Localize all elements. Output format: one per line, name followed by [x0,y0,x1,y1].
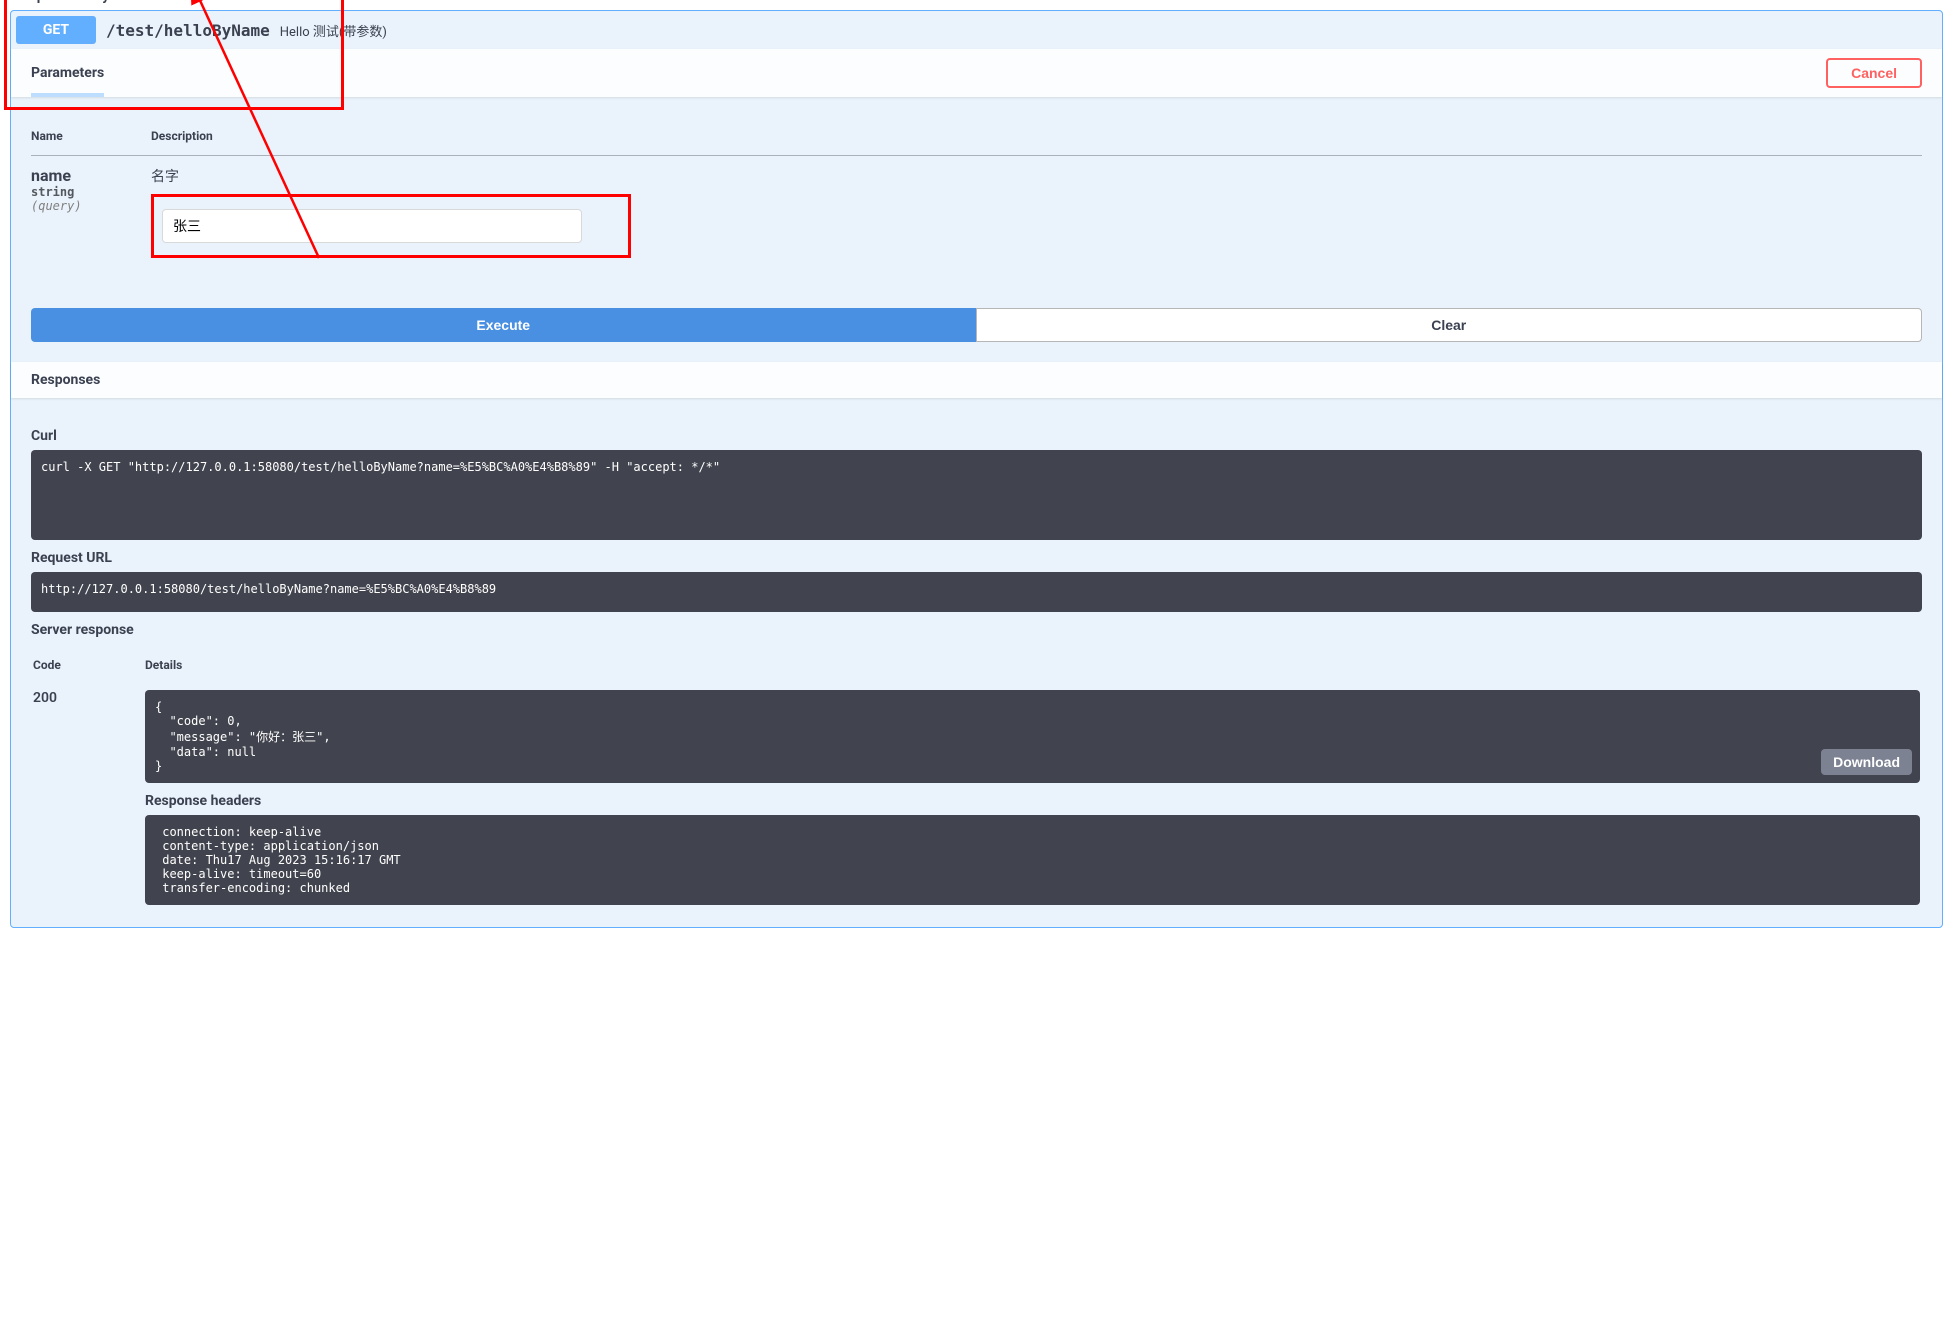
response-body-full-bg: { "code": 0, "message": "你好：张三", "data":… [145,690,1920,783]
parameter-row: name string (query) 名字 [31,156,1922,269]
cancel-button[interactable]: Cancel [1826,58,1922,88]
server-response-label: Server response [31,622,1922,638]
col-header-description: Description [151,117,1922,156]
param-location: (query) [31,199,151,213]
parameters-table: Name Description name string (query) 名字 [11,97,1942,288]
execute-button[interactable]: Execute [31,308,976,342]
response-status-code: 200 [33,684,143,905]
param-input-name[interactable] [162,209,582,243]
col-header-code: Code [33,648,143,682]
curl-label: Curl [31,428,1922,444]
download-button[interactable]: Download [1821,749,1912,775]
response-row: 200 Response body { "code": 0, "message"… [33,684,1920,905]
curl-command[interactable]: curl -X GET "http://127.0.0.1:58080/test… [31,450,1922,540]
response-body-label: Response body [13,0,335,4]
clear-button[interactable]: Clear [976,308,1923,342]
param-name: name [31,166,151,185]
operation-block: GET /test/helloByName Hello 测试(带参数) Para… [10,10,1943,928]
request-url-label: Request URL [31,550,1922,566]
response-headers-label: Response headers [145,793,1920,809]
responses-inner: Curl curl -X GET "http://127.0.0.1:58080… [11,398,1942,927]
param-type: string [31,185,151,199]
execute-row: Execute Clear [11,288,1942,362]
param-input-highlight [151,194,631,258]
responses-title: Responses [31,372,1922,388]
response-headers[interactable]: connection: keep-alive content-type: app… [145,815,1920,905]
param-description: 名字 [151,166,1922,186]
response-body-highlight: Response body { "code": 0, "message": "你… [4,0,344,110]
request-url[interactable]: http://127.0.0.1:58080/test/helloByName?… [31,572,1922,612]
col-header-name: Name [31,117,151,156]
responses-header: Responses [11,362,1942,398]
col-header-details: Details [145,648,1920,682]
